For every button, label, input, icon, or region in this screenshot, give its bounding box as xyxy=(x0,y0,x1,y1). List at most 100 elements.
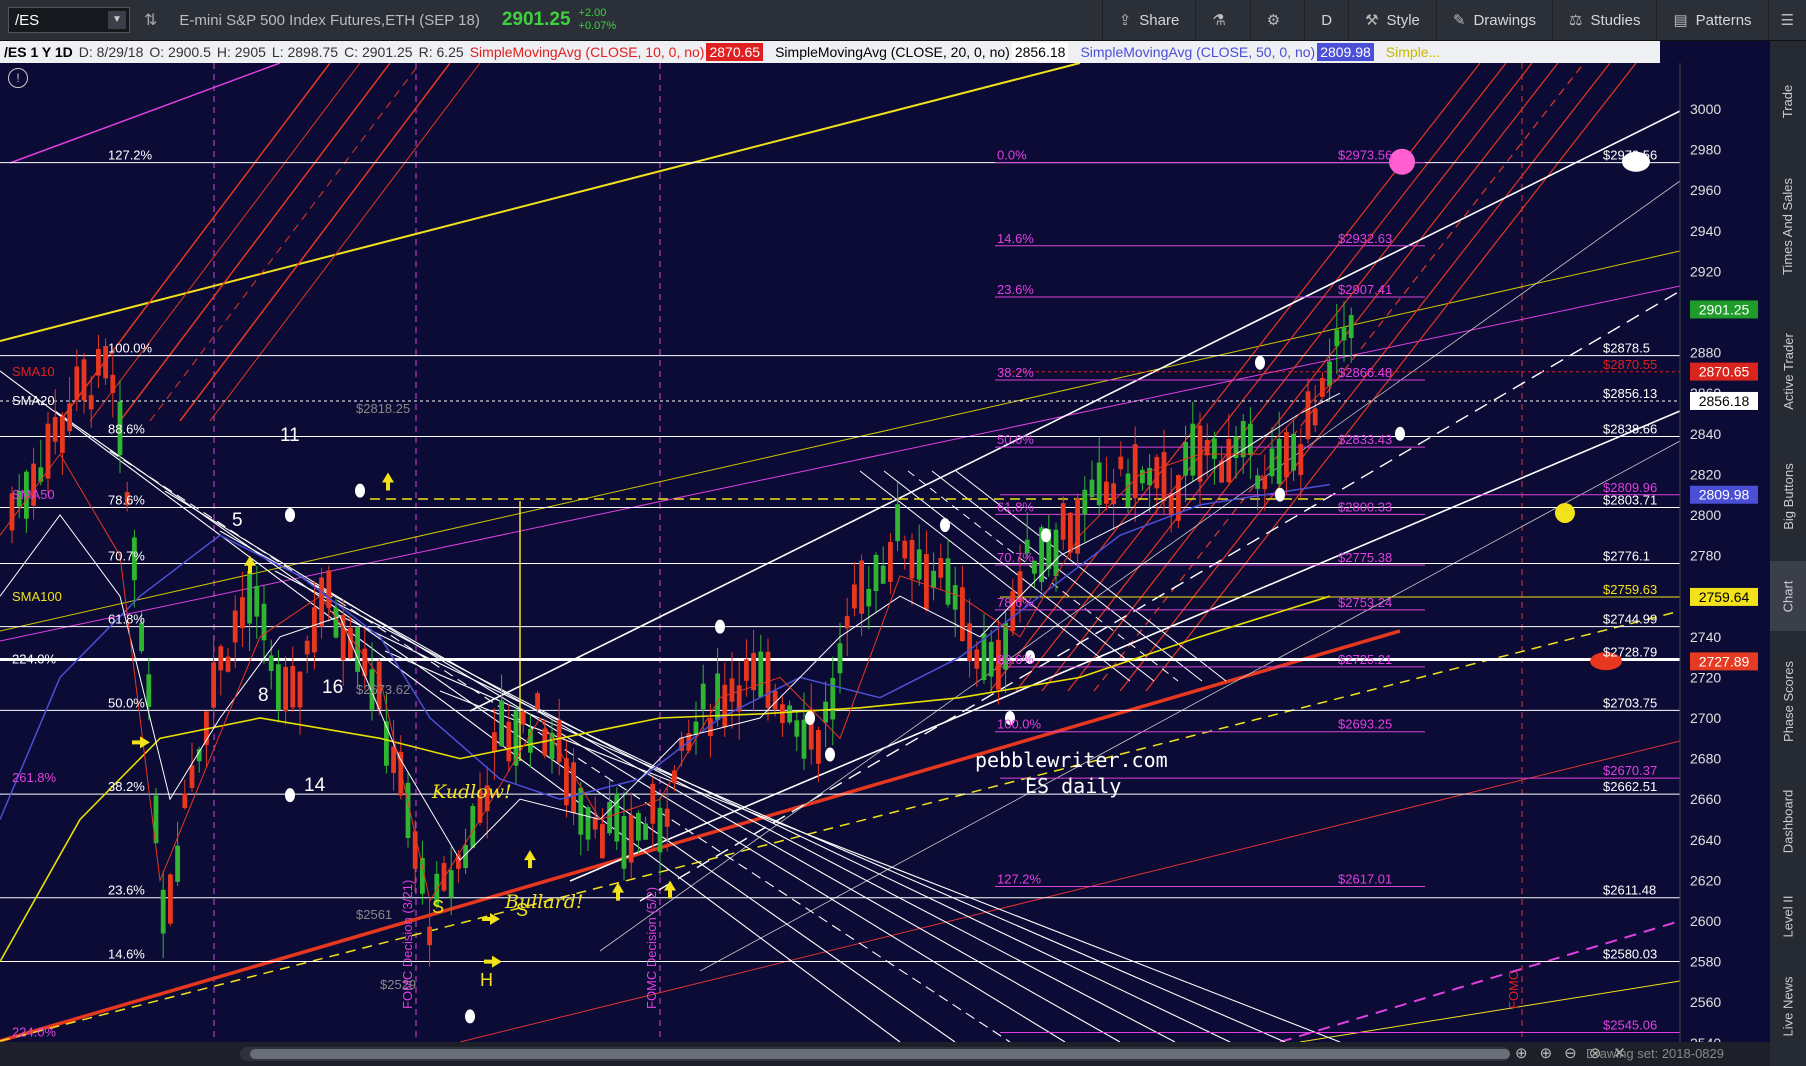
price-badge-label: 2856.18 xyxy=(1699,393,1750,409)
level-price-label: $2803.71 xyxy=(1603,492,1657,507)
tab-trade[interactable]: Trade xyxy=(1770,61,1806,141)
drawing-set-label: Drawing set: 2018-0829 xyxy=(1585,1046,1724,1061)
candle-body xyxy=(513,711,519,766)
left-fib-label: 88.6% xyxy=(108,422,145,437)
pattern-label: H xyxy=(480,970,493,990)
candle-body xyxy=(1068,512,1073,553)
candle-body xyxy=(1089,479,1095,498)
tab-dashboard[interactable]: Dashboard xyxy=(1770,771,1806,871)
candle-body xyxy=(1104,481,1109,504)
level-price-label: $2878.5 xyxy=(1603,341,1650,356)
flask-button[interactable]: ⚗ xyxy=(1195,0,1249,40)
y-tick-label: 2560 xyxy=(1690,994,1721,1010)
candle-body xyxy=(1161,452,1167,502)
target-marker xyxy=(1555,502,1575,523)
fib-pct-label: 127.2% xyxy=(997,871,1042,886)
tab-label: Trade xyxy=(1780,84,1796,118)
left-fib-label: 78.6% xyxy=(108,492,145,507)
fib-pct-label: 0.0% xyxy=(997,148,1027,163)
pivot-marker xyxy=(1041,528,1051,543)
candle-body xyxy=(448,870,454,898)
chevron-down-icon[interactable]: ▼ xyxy=(108,11,126,29)
wave-count-label: 11 xyxy=(280,425,300,446)
tab-times-and-sales[interactable]: Times And Sales xyxy=(1770,151,1806,301)
scroll-thumb[interactable] xyxy=(250,1049,1510,1059)
left-sma-label: SMA10 xyxy=(12,364,55,379)
candle-body xyxy=(333,607,339,638)
period-button[interactable]: D xyxy=(1304,0,1348,40)
legend-date: D: 8/29/18 xyxy=(78,44,144,60)
candle-body xyxy=(254,585,260,617)
pivot-marker xyxy=(1255,355,1265,370)
candle-body xyxy=(780,704,785,724)
tab-label: Chart xyxy=(1780,580,1796,612)
tab-active-trader[interactable]: Active Trader xyxy=(1770,311,1806,431)
candle-body xyxy=(1262,476,1268,490)
candle-body xyxy=(960,587,965,642)
candle-body xyxy=(412,831,418,869)
time-scrollbar[interactable] xyxy=(240,1047,1510,1061)
candle-body xyxy=(139,622,144,652)
candle-body xyxy=(664,808,670,827)
candle-body xyxy=(751,652,756,691)
legend-sma10[interactable]: SimpleMovingAvg (CLOSE, 10, 0, no) xyxy=(470,44,705,60)
tab-big-buttons[interactable]: Big Buttons xyxy=(1770,441,1806,551)
drawings-button[interactable]: ✎ Drawings xyxy=(1435,0,1552,40)
pivot-marker xyxy=(465,1009,475,1024)
tab-label: Active Trader xyxy=(1780,332,1796,410)
legend-sma20[interactable]: SimpleMovingAvg (CLOSE, 20, 0, no) xyxy=(775,44,1010,60)
candle-body xyxy=(520,711,526,725)
legend-open: O: 2900.5 xyxy=(149,44,211,60)
legend-more[interactable]: Simple... xyxy=(1386,44,1440,60)
tab-phase-scores[interactable]: Phase Scores xyxy=(1770,641,1806,761)
candle-body xyxy=(160,889,166,934)
candle-body xyxy=(81,359,87,401)
tab-chart[interactable]: Chart xyxy=(1770,561,1806,631)
tab-live-news[interactable]: Live News xyxy=(1770,961,1806,1051)
candle-body xyxy=(621,816,627,869)
menu-button[interactable]: ☰ xyxy=(1767,0,1806,40)
settings-button[interactable]: ⚙ xyxy=(1249,0,1304,40)
share-button[interactable]: ⇪ Share xyxy=(1101,0,1196,40)
info-icon[interactable]: ! xyxy=(8,68,28,88)
candle-body xyxy=(340,614,346,661)
pencil-icon: ✎ xyxy=(1452,12,1466,29)
studies-button[interactable]: ⚖ Studies xyxy=(1551,0,1657,40)
tab-label: Times And Sales xyxy=(1780,177,1796,275)
left-fib-label: 61.8% xyxy=(108,612,145,627)
left-sma-label: SMA20 xyxy=(12,393,55,408)
legend-sma50[interactable]: SimpleMovingAvg (CLOSE, 50, 0, no) xyxy=(1080,44,1315,60)
price-chart[interactable]: $2973.56 $2878.5$2870.55 $2856.13 $2838.66 $… xyxy=(0,41,1770,1066)
legend-close: C: 2901.25 xyxy=(344,44,413,60)
style-button[interactable]: ⚒ Style xyxy=(1348,0,1436,40)
candle-body xyxy=(326,570,332,608)
price-badge-label: 2727.89 xyxy=(1699,653,1750,669)
style-label: Style xyxy=(1386,11,1420,29)
candle-body xyxy=(175,845,180,882)
candle-body xyxy=(182,793,188,808)
candle-body xyxy=(650,783,656,824)
change-pct: +0.07% xyxy=(578,20,617,32)
left-fib-label: 38.2% xyxy=(108,779,145,794)
pivot-marker xyxy=(940,518,950,533)
candle-body xyxy=(189,765,195,788)
tab-level-ii[interactable]: Level II xyxy=(1770,881,1806,951)
candle-body xyxy=(787,705,792,723)
candle-body xyxy=(1298,444,1304,476)
candle-body xyxy=(600,823,605,859)
level-price-label: $2870.55 xyxy=(1603,357,1657,372)
candle-body xyxy=(427,926,432,946)
patterns-button[interactable]: ▤ Patterns xyxy=(1656,0,1767,40)
watermark-title: ES daily xyxy=(1025,774,1122,798)
patterns-icon: ▤ xyxy=(1673,12,1688,29)
fib-price-label: $2800.33 xyxy=(1338,499,1392,514)
fib-pct-label: 23.6% xyxy=(997,282,1034,297)
candle-body xyxy=(268,655,274,671)
candle-body xyxy=(873,554,879,592)
fib-pct-label: 70.7% xyxy=(997,550,1034,565)
symbol-input[interactable]: /ES ▼ xyxy=(8,7,130,33)
link-icon[interactable]: ⇅ xyxy=(144,10,157,30)
candle-body xyxy=(931,570,936,589)
wave-count-label: 16 xyxy=(322,677,343,698)
gray-price-label: $2529 xyxy=(380,977,416,992)
